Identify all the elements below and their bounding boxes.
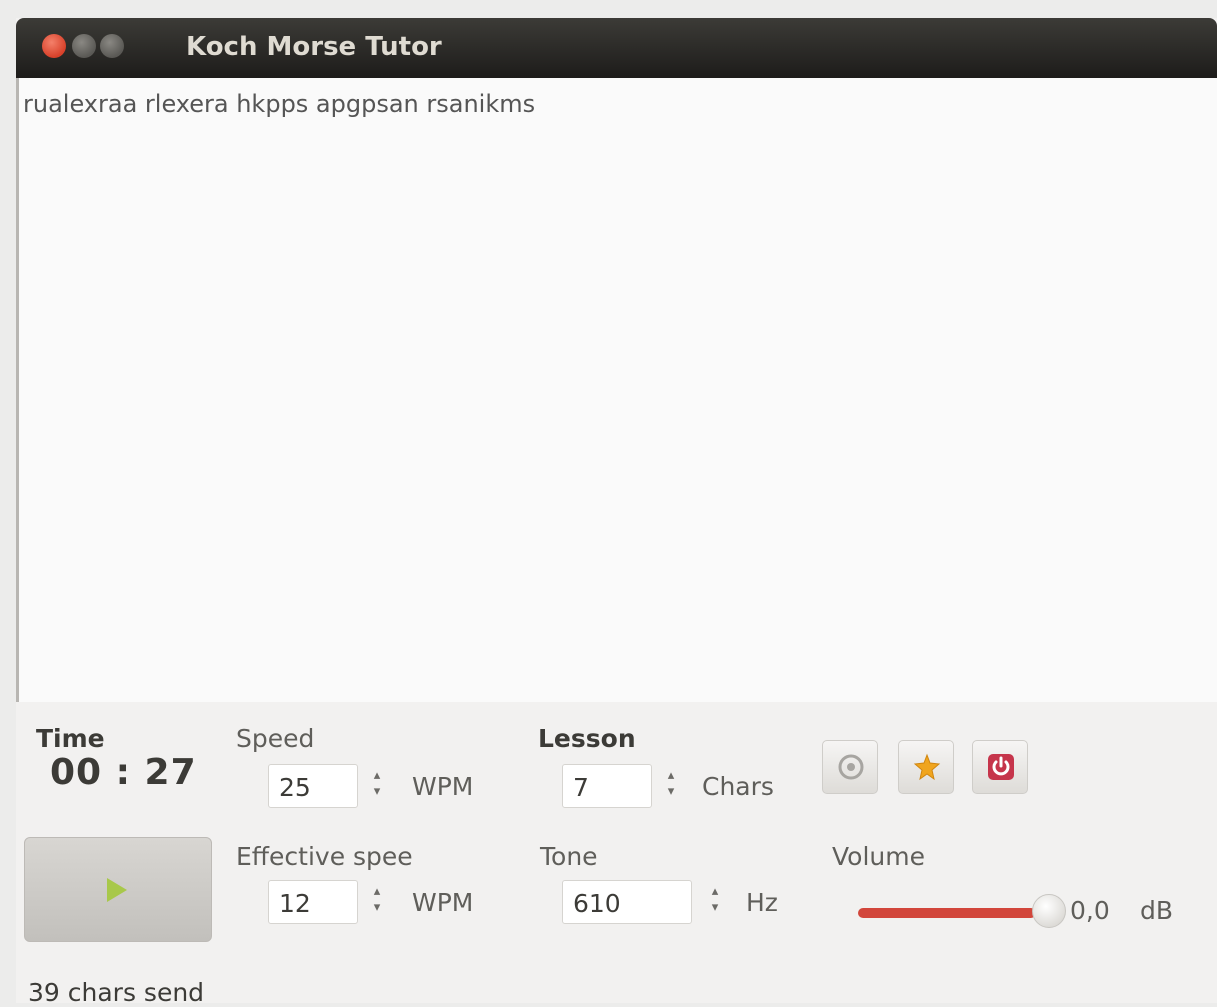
tone-spinbox[interactable]: 610 ▴ ▾ Hz <box>562 880 792 928</box>
morse-output-textarea[interactable]: rualexraa rlexera hkpps apgpsan rsanikms <box>16 78 1217 702</box>
time-label: Time <box>36 724 105 753</box>
tone-label: Tone <box>540 842 598 871</box>
play-button[interactable] <box>24 837 212 942</box>
highlight-icon <box>913 753 941 781</box>
tone-field[interactable]: 610 <box>562 880 692 924</box>
play-icon <box>107 878 127 902</box>
window-title: Koch Morse Tutor <box>186 32 442 62</box>
controls-panel: Time 00 : 27 Speed 25 ▴ ▾ WPM Lesson 7 ▴ ▾… <box>16 702 1217 1007</box>
effective-speed-field[interactable]: 12 <box>268 880 358 924</box>
time-display: 00 : 27 <box>50 752 197 793</box>
volume-value: 0,0 <box>1070 896 1110 925</box>
tone-unit: Hz <box>746 888 778 917</box>
lesson-spinbox[interactable]: 7 ▴ ▾ Chars <box>562 764 792 812</box>
settings-icon <box>838 754 864 780</box>
speed-field[interactable]: 25 <box>268 764 358 808</box>
morse-output-text: rualexraa rlexera hkpps apgpsan rsanikms <box>23 90 536 118</box>
speed-label: Speed <box>236 724 315 753</box>
effective-speed-spinbox[interactable]: 12 ▴ ▾ WPM <box>268 880 498 928</box>
minimize-window-button[interactable] <box>72 34 96 58</box>
highlight-button[interactable] <box>898 740 954 794</box>
volume-slider-track[interactable] <box>858 908 1036 918</box>
volume-unit: dB <box>1140 896 1174 925</box>
title-bar: Koch Morse Tutor <box>16 18 1217 78</box>
effective-speed-unit: WPM <box>412 888 474 917</box>
speed-unit: WPM <box>412 772 474 801</box>
maximize-window-button[interactable] <box>100 34 124 58</box>
lesson-label: Lesson <box>538 724 636 753</box>
settings-button[interactable] <box>822 740 878 794</box>
tone-stepper-icon[interactable]: ▴ ▾ <box>708 884 722 920</box>
effective-speed-stepper-icon[interactable]: ▴ ▾ <box>370 884 384 920</box>
effective-speed-label: Effective spee <box>236 842 413 871</box>
speed-stepper-icon[interactable]: ▴ ▾ <box>370 768 384 804</box>
main-window: Koch Morse Tutor rualexraa rlexera hkpps… <box>16 18 1217 1007</box>
lesson-stepper-icon[interactable]: ▴ ▾ <box>664 768 678 804</box>
volume-slider-handle[interactable] <box>1032 894 1066 928</box>
speed-spinbox[interactable]: 25 ▴ ▾ WPM <box>268 764 498 812</box>
quit-button[interactable] <box>972 740 1028 794</box>
lesson-unit: Chars <box>702 772 774 801</box>
lesson-field[interactable]: 7 <box>562 764 652 808</box>
volume-label: Volume <box>832 842 925 871</box>
close-window-button[interactable] <box>42 34 66 58</box>
power-icon <box>988 754 1014 780</box>
